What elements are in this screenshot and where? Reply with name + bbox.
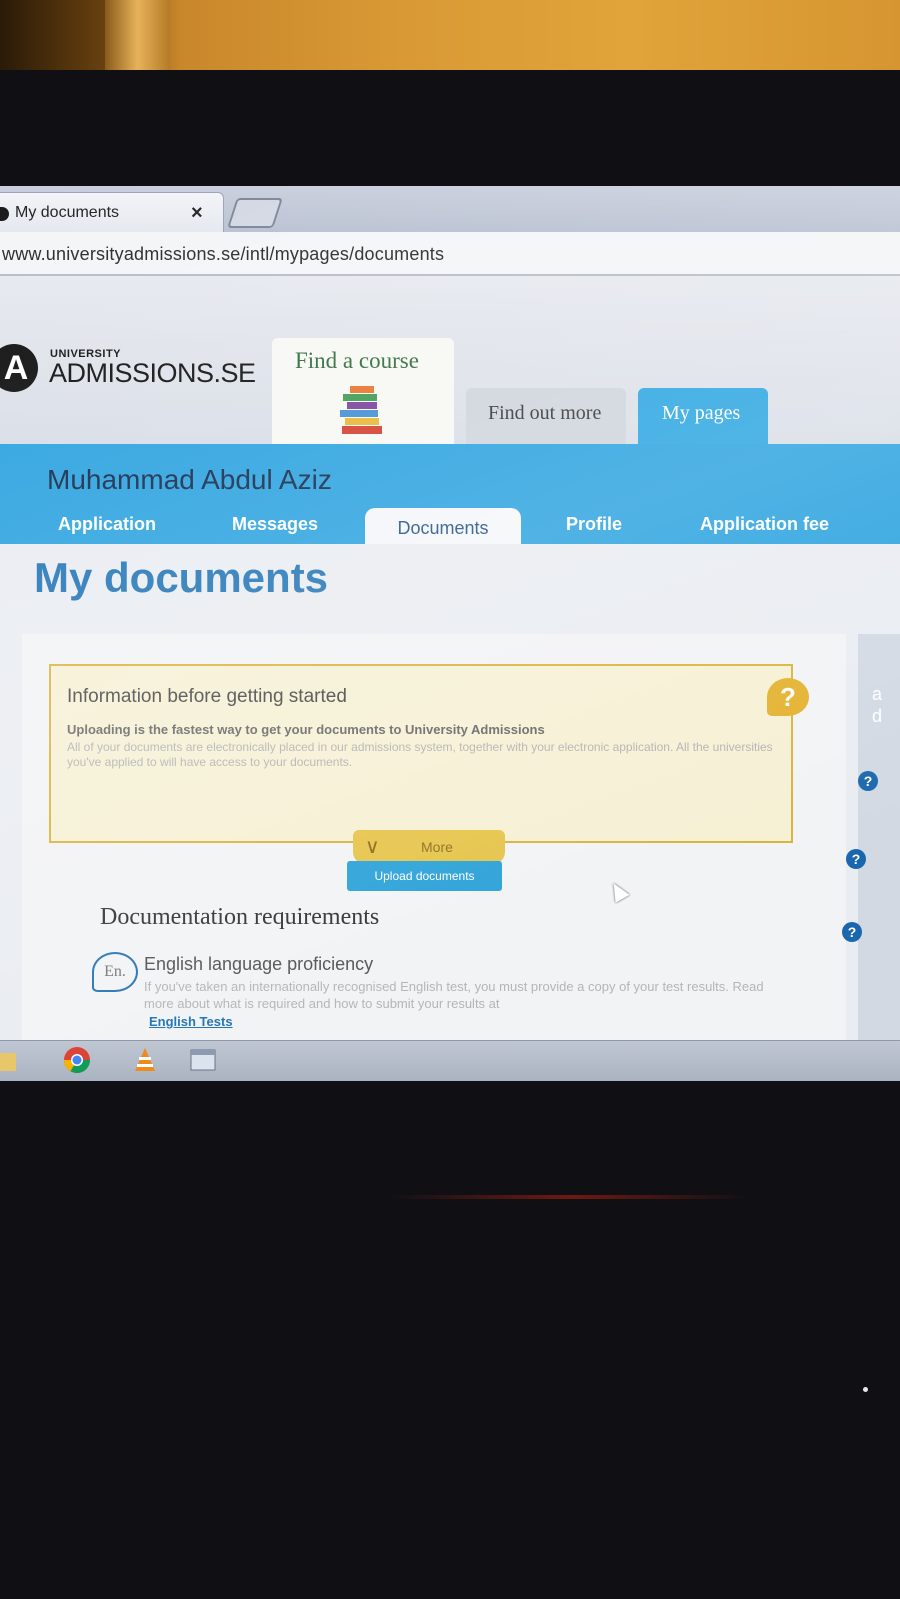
logo-icon[interactable]: A (0, 344, 38, 392)
info-box-title: Information before getting started (67, 686, 347, 707)
browser-tabstrip: My documents × (0, 186, 900, 233)
info-box: Information before getting started Uploa… (49, 664, 809, 864)
content-card: Information before getting started Uploa… (22, 634, 846, 1054)
url-text[interactable]: www.universityadmissions.se/intl/mypages… (2, 244, 444, 265)
logo-text[interactable]: ADMISSIONS.SE (49, 358, 256, 389)
tab-find-a-course[interactable]: Find a course (272, 338, 454, 444)
requirement-title: English language proficiency (144, 954, 374, 974)
more-button[interactable]: ∨ More (353, 830, 505, 864)
books-stack-icon (340, 386, 382, 434)
info-box-lead: Uploading is the fastest way to get your… (67, 722, 545, 737)
user-name: Muhammad Abdul Aziz (47, 464, 332, 495)
vlc-icon[interactable] (130, 1045, 160, 1075)
nav-messages[interactable]: Messages (232, 514, 318, 535)
taskbar (0, 1040, 900, 1081)
sidebar-fragment-1: a (872, 684, 883, 704)
new-tab-button[interactable] (227, 198, 283, 228)
nav-application[interactable]: Application (58, 514, 156, 535)
tab-my-pages[interactable]: My pages (638, 388, 768, 444)
english-bubble-icon: En. (92, 952, 138, 992)
user-nav-band: Muhammad Abdul Aziz Application Messages… (0, 444, 900, 548)
favicon-icon (0, 207, 9, 221)
reflection-stripe (390, 1195, 750, 1199)
screen: My documents × www.universityadmissions.… (0, 186, 900, 1076)
nav-documents[interactable]: Documents (365, 508, 521, 548)
info-box-text: All of your documents are electronically… (67, 740, 773, 769)
folder-icon[interactable] (0, 1045, 18, 1075)
page-title: My documents (34, 554, 329, 601)
tab-find-out-more-label: Find out more (488, 402, 602, 424)
site-header: A UNIVERSITY ADMISSIONS.SE Find a course… (0, 276, 900, 444)
sidebar-help-icon-3[interactable]: ? (842, 922, 862, 942)
english-tests-link[interactable]: English Tests (149, 1014, 233, 1029)
browser-tab-active[interactable]: My documents × (0, 192, 224, 233)
close-tab-icon[interactable]: × (191, 202, 203, 225)
more-button-label: More (421, 839, 453, 855)
sidebar-fragment-2: d (872, 706, 883, 726)
page-body: My documents Information before getting … (0, 544, 900, 1054)
tab-find-a-course-label: Find a course (295, 348, 419, 373)
mouse-cursor-icon (606, 879, 630, 903)
wall-post (105, 0, 170, 75)
upload-documents-button[interactable]: Upload documents (347, 861, 502, 891)
chevron-down-icon: ∨ (365, 836, 380, 858)
tab-my-pages-label: My pages (662, 402, 741, 424)
sidebar-help-icon-1[interactable]: ? (858, 771, 878, 791)
sidebar-help-icon-2[interactable]: ? (846, 849, 866, 869)
background-wall (0, 0, 900, 75)
browser-tab-title: My documents (15, 204, 120, 221)
documentation-requirements-heading: Documentation requirements (100, 904, 380, 930)
right-sidebar: a d (858, 634, 900, 1054)
nav-profile[interactable]: Profile (566, 514, 622, 535)
requirement-text: If you've taken an internationally recog… (144, 979, 764, 1011)
power-led (863, 1387, 868, 1392)
address-bar[interactable]: www.universityadmissions.se/intl/mypages… (0, 232, 900, 276)
chrome-icon[interactable] (62, 1045, 92, 1075)
window-app-icon[interactable] (188, 1045, 218, 1075)
tab-find-out-more[interactable]: Find out more (466, 388, 626, 444)
nav-application-fee[interactable]: Application fee (700, 514, 829, 535)
help-icon[interactable]: ? (767, 678, 809, 716)
